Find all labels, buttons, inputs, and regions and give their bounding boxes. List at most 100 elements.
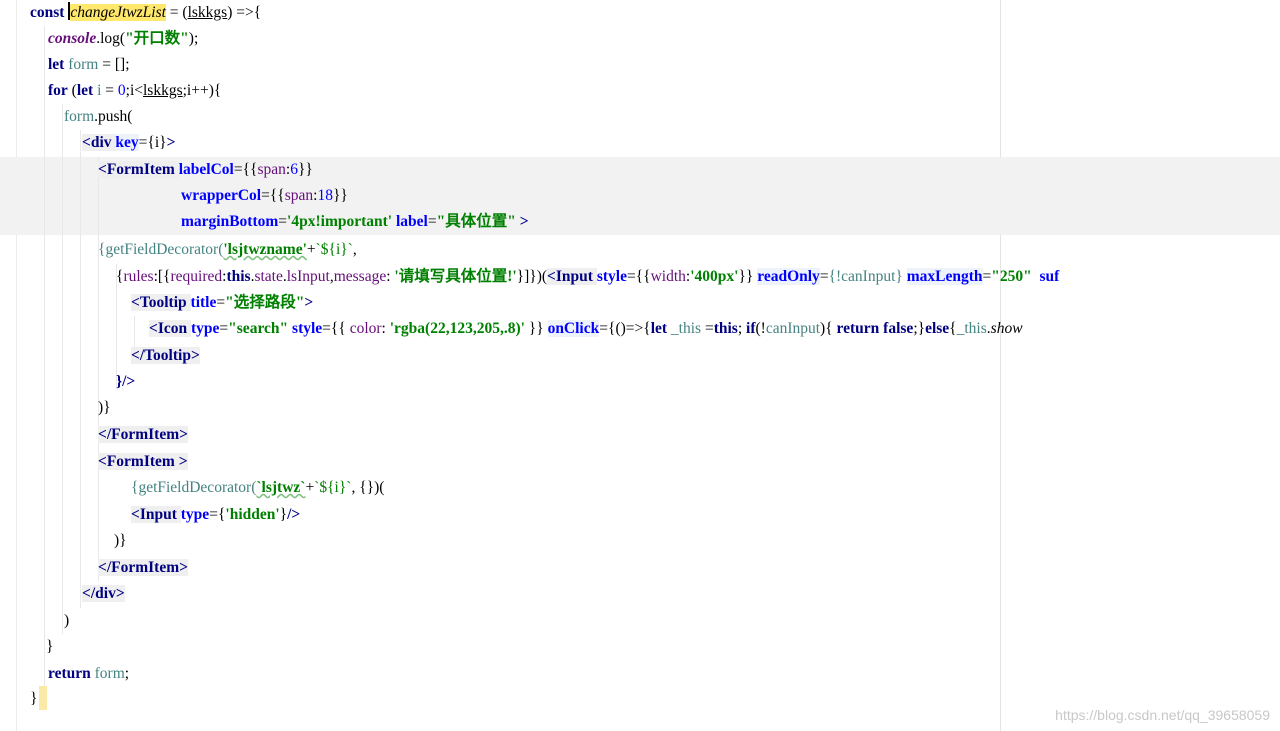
- code-line-19[interactable]: {getFieldDecorator(`lsjtwz`+`${i}`, {})(: [131, 475, 384, 501]
- punctuation: }: [30, 690, 38, 707]
- object-key: color: [349, 320, 382, 337]
- operator: =: [819, 268, 829, 285]
- jsx-self-close: />: [287, 506, 301, 523]
- code-line-25[interactable]: }: [46, 634, 53, 660]
- object-key: span: [257, 161, 286, 178]
- code-line-14[interactable]: </Tooltip>: [131, 343, 200, 369]
- jsx-closing-tag: </FormItem>: [98, 559, 188, 576]
- string-literal: '请填写具体位置!': [394, 268, 517, 285]
- operator: =: [599, 320, 608, 337]
- brace: {{: [330, 320, 350, 337]
- jsx-tag-close: >: [304, 294, 314, 311]
- brace: {{: [635, 268, 651, 285]
- code-line-15[interactable]: }/>: [116, 369, 135, 395]
- code-line-12[interactable]: <Tooltip title="选择路段">: [131, 290, 313, 316]
- jsx-tag: <FormItem: [98, 161, 179, 178]
- jsx-attr: maxLength: [906, 268, 983, 285]
- brace: }}: [332, 187, 348, 204]
- code-line-20[interactable]: <Input type={'hidden'}/>: [131, 502, 300, 528]
- indent-guide: [62, 104, 63, 634]
- punctuation: = [];: [98, 56, 130, 73]
- operator: =: [626, 268, 636, 285]
- object-key: width: [650, 268, 686, 285]
- gutter-border: [16, 0, 17, 731]
- keyword-this: this: [226, 268, 251, 285]
- jsx-tag-close: >: [515, 213, 529, 230]
- param-name: lskkgs: [187, 4, 228, 21]
- string-literal: `lsjtwz`: [256, 479, 306, 496]
- code-line-27[interactable]: }: [30, 686, 37, 712]
- code-line-1[interactable]: const changeJtwzList = (lskkgs) =>{: [30, 0, 261, 26]
- keyword-let: let: [48, 56, 65, 73]
- jsx-tag: <Input: [547, 268, 597, 285]
- code-line-10[interactable]: {getFieldDecorator('lsjtwzname'+`${i}`,: [98, 237, 357, 263]
- number-literal: 0: [117, 82, 126, 99]
- code-line-11[interactable]: {rules:[{required:this.state.lsInput,mes…: [116, 264, 1059, 290]
- code-line-24[interactable]: ): [64, 608, 69, 634]
- operator: =: [322, 320, 331, 337]
- code-line-22[interactable]: </FormItem>: [98, 555, 188, 581]
- string-literal: 'lsjtwzname': [223, 241, 307, 258]
- keyword-return: return: [836, 320, 880, 337]
- brace: }}: [524, 320, 544, 337]
- string-literal: '4px!important': [287, 213, 393, 230]
- code-line-9[interactable]: marginBottom='4px!important' label="具体位置…: [181, 209, 529, 235]
- code-line-4[interactable]: for (let i = 0;i<lskkgs;i++){: [48, 78, 221, 104]
- punctuation: ;i<: [125, 82, 143, 99]
- right-margin-guide: [1000, 0, 1001, 731]
- code-line-7[interactable]: <FormItem labelCol={{span:6}}: [98, 157, 313, 183]
- code-line-13[interactable]: <Icon type="search" style={{ color: 'rgb…: [149, 316, 1023, 342]
- string-literal: "search": [228, 320, 289, 337]
- code-line-21[interactable]: )}: [114, 528, 127, 554]
- punctuation: ;: [737, 320, 747, 337]
- object-key: required: [170, 268, 223, 285]
- template-literal: `${i}`: [314, 479, 352, 496]
- punctuation: );: [188, 30, 199, 47]
- jsx-closing-tag: </FormItem>: [98, 426, 188, 443]
- variable-name: _this: [667, 320, 702, 337]
- operator: =: [216, 294, 226, 311]
- punctuation: :: [381, 320, 390, 337]
- jsx-attr: type: [180, 506, 210, 523]
- code-editor[interactable]: const changeJtwzList = (lskkgs) =>{ cons…: [0, 0, 1280, 731]
- keyword-let: let: [650, 320, 668, 337]
- code-line-23[interactable]: </div>: [82, 581, 125, 607]
- function-call: {getFieldDecorator(: [131, 479, 257, 496]
- punctuation: ;: [124, 665, 130, 682]
- jsx-tag: <Input: [131, 506, 181, 523]
- brace: {{: [269, 187, 285, 204]
- keyword-for: for: [48, 82, 68, 99]
- punctuation: {()=>{: [608, 320, 651, 337]
- keyword-false: false: [883, 320, 914, 337]
- punctuation: ){: [820, 320, 837, 337]
- code-line-2[interactable]: console.log("开口数");: [48, 26, 198, 52]
- indent-guide: [80, 130, 81, 608]
- keyword-return: return: [48, 665, 91, 682]
- code-line-26[interactable]: return form;: [48, 661, 129, 687]
- brace: }}: [297, 161, 313, 178]
- code-line-6[interactable]: <div key={i}>: [82, 130, 175, 156]
- variable-name: canInput: [765, 320, 821, 337]
- code-line-16[interactable]: )}: [98, 395, 111, 421]
- jsx-attr: title: [190, 294, 217, 311]
- jsx-attr: marginBottom: [181, 213, 279, 230]
- punctuation: )}: [114, 532, 127, 549]
- code-line-5[interactable]: form.push(: [64, 104, 132, 130]
- operator: =: [982, 268, 992, 285]
- method-call: .push(: [94, 108, 133, 125]
- jsx-attr: style: [596, 268, 627, 285]
- operator: = (: [165, 4, 188, 21]
- string-literal: "具体位置": [436, 213, 516, 230]
- operator: =: [219, 320, 229, 337]
- code-line-3[interactable]: let form = [];: [48, 52, 130, 78]
- global-object: console: [48, 30, 97, 47]
- code-line-17[interactable]: </FormItem>: [98, 422, 188, 448]
- code-line-18[interactable]: <FormItem >: [98, 449, 188, 475]
- function-call: {getFieldDecorator(: [98, 241, 224, 258]
- variable-name: form: [64, 108, 95, 125]
- punctuation: }]})(: [516, 268, 548, 285]
- code-line-8[interactable]: wrapperCol={{span:18}}: [181, 183, 348, 209]
- object-key: span: [284, 187, 314, 204]
- brace-match-highlight: [39, 686, 47, 710]
- jsx-tag: <div: [82, 134, 116, 151]
